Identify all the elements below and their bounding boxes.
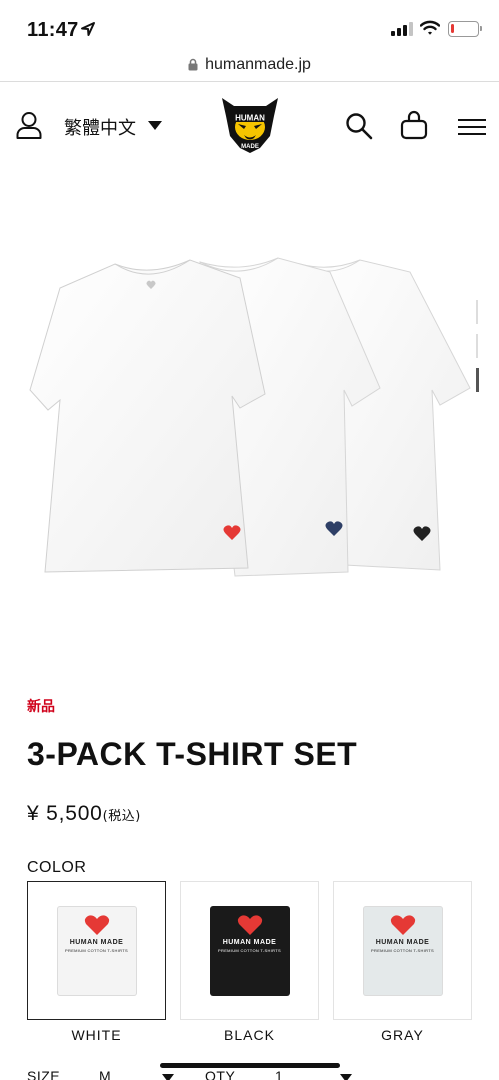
heart-logo-icon	[237, 914, 262, 935]
package-image: HUMAN MADE PREMIUM COTTON T-SHIRTS	[362, 905, 443, 996]
image-carousel-indicator[interactable]	[476, 300, 479, 402]
tshirt-white	[29, 259, 266, 573]
color-swatch-white[interactable]: HUMAN MADE PREMIUM COTTON T-SHIRTS WHITE	[27, 881, 166, 1043]
tax-note: (税込)	[102, 809, 141, 824]
package-image: HUMAN MADE PREMIUM COTTON T-SHIRTS	[209, 905, 290, 996]
package-subtitle: PREMIUM COTTON T-SHIRTS	[65, 947, 128, 953]
color-label: COLOR	[27, 859, 87, 876]
color-swatch-black[interactable]: HUMAN MADE PREMIUM COTTON T-SHIRTS BLACK	[180, 881, 319, 1043]
new-badge: 新品	[27, 699, 55, 715]
wifi-icon	[420, 20, 440, 35]
size-label: SIZE	[27, 1068, 61, 1080]
logo-main-text: HUMAN	[235, 114, 265, 123]
package-brand: HUMAN MADE	[69, 938, 124, 946]
carousel-dot[interactable]	[476, 368, 479, 392]
language-selector[interactable]: 繁體中文	[64, 114, 136, 140]
carousel-dot[interactable]	[476, 334, 478, 358]
qty-select[interactable]: 1	[275, 1068, 283, 1080]
color-swatch-list: HUMAN MADE PREMIUM COTTON T-SHIRTS WHITE HU…	[27, 881, 472, 1043]
package-brand: HUMAN MADE	[222, 938, 277, 946]
product-image[interactable]	[0, 200, 499, 620]
swatch-label: GRAY	[381, 1027, 424, 1043]
product-title: 3-PACK T-SHIRT SET	[27, 736, 358, 772]
url-text: humanmade.jp	[205, 55, 311, 73]
swatch-label: BLACK	[224, 1027, 275, 1043]
battery-icon	[448, 21, 482, 37]
search-icon[interactable]	[345, 112, 373, 140]
package-brand: HUMAN MADE	[375, 938, 430, 946]
hamburger-menu-icon[interactable]	[458, 119, 486, 135]
site-header: 繁體中文 STRMCWBY HUMAN MADE	[0, 82, 499, 168]
battery-fill	[451, 24, 454, 33]
location-arrow-icon	[81, 22, 95, 36]
logo-top-text: STRMCWBY	[235, 101, 265, 107]
browser-url-bar[interactable]: humanmade.jp	[0, 48, 499, 82]
package-image: HUMAN MADE PREMIUM COTTON T-SHIRTS	[56, 905, 137, 996]
heart-logo-icon	[84, 914, 109, 935]
swatch-image[interactable]: HUMAN MADE PREMIUM COTTON T-SHIRTS	[27, 881, 166, 1020]
heart-logo-icon	[390, 914, 415, 935]
status-time: 11:47	[27, 19, 79, 41]
status-bar: 11:47	[0, 0, 499, 48]
swatch-image[interactable]: HUMAN MADE PREMIUM COTTON T-SHIRTS	[180, 881, 319, 1020]
package-subtitle: PREMIUM COTTON T-SHIRTS	[218, 947, 281, 953]
package-subtitle: PREMIUM COTTON T-SHIRTS	[371, 947, 434, 953]
home-indicator[interactable]	[160, 1063, 340, 1068]
account-icon[interactable]	[16, 111, 42, 139]
shopping-bag-icon[interactable]	[400, 110, 428, 140]
qty-label: QTY	[205, 1068, 236, 1080]
swatch-label: WHITE	[71, 1027, 122, 1043]
size-select[interactable]: M	[99, 1068, 111, 1080]
logo-bottom-text: MADE	[241, 144, 259, 150]
color-swatch-gray[interactable]: HUMAN MADE PREMIUM COTTON T-SHIRTS GRAY	[333, 881, 472, 1043]
lock-icon	[188, 58, 198, 71]
product-price: ¥ 5,500(税込)	[27, 802, 141, 826]
size-caret-icon[interactable]	[162, 1074, 174, 1080]
human-made-logo[interactable]: STRMCWBY HUMAN MADE	[220, 96, 280, 154]
qty-caret-icon[interactable]	[340, 1074, 352, 1080]
language-caret-icon[interactable]	[148, 121, 162, 130]
swatch-image[interactable]: HUMAN MADE PREMIUM COTTON T-SHIRTS	[333, 881, 472, 1020]
size-qty-row: SIZE M QTY 1	[27, 1066, 467, 1080]
carousel-dot[interactable]	[476, 300, 478, 324]
cellular-signal-icon	[391, 22, 413, 36]
price-value: ¥ 5,500	[27, 802, 103, 825]
